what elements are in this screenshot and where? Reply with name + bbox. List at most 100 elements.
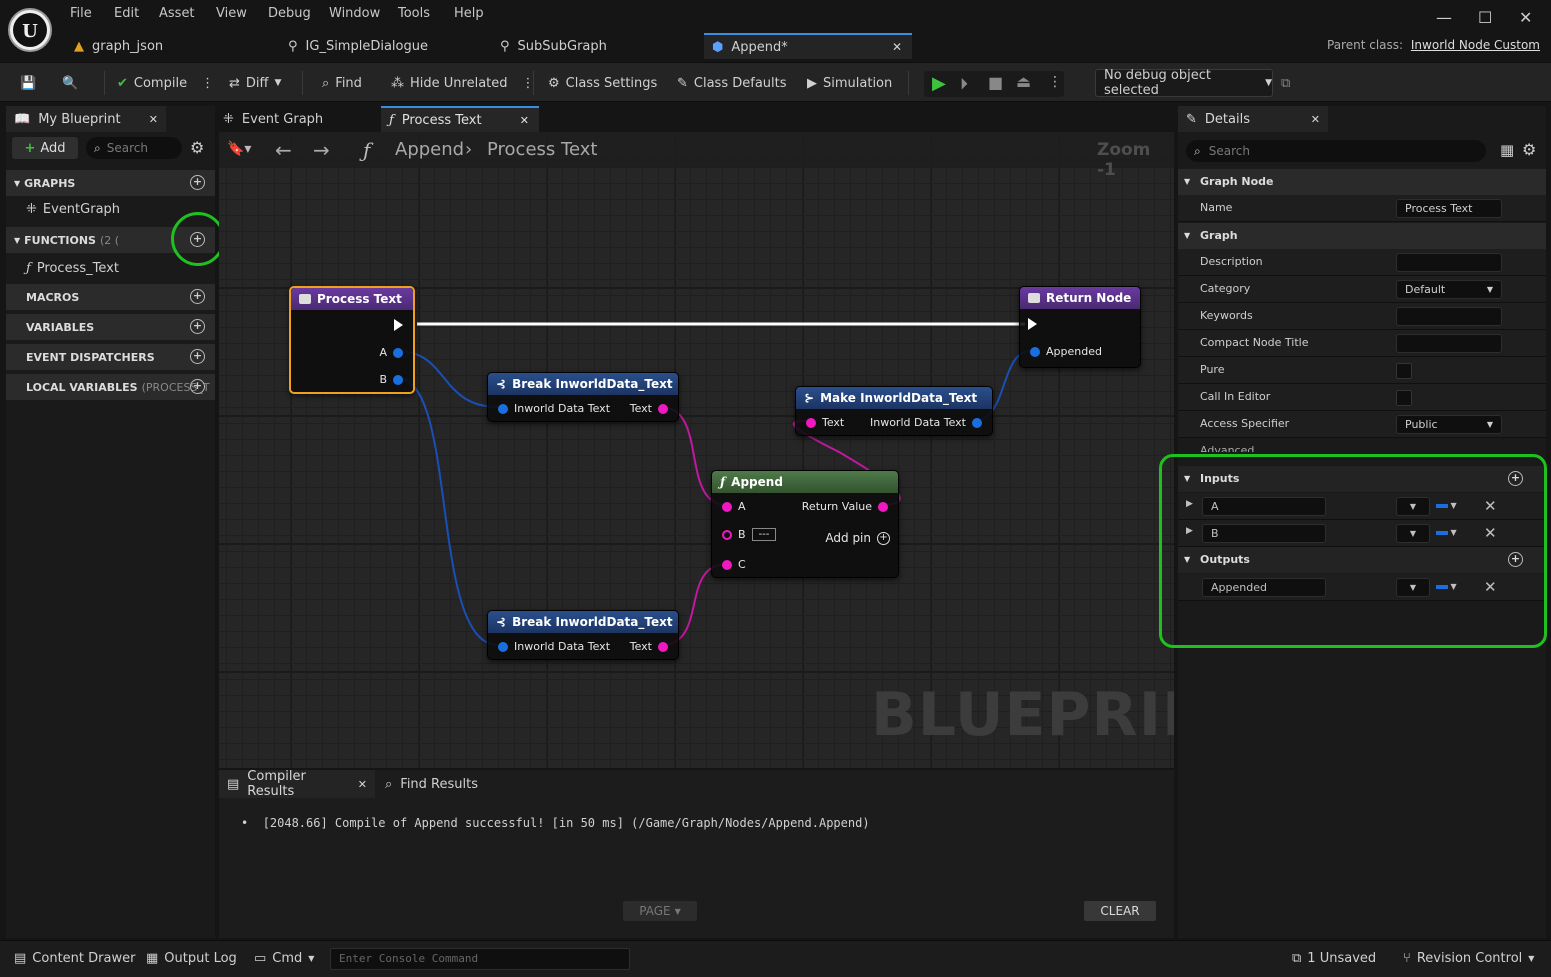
compile-button[interactable]: ✔ Compile ⋮ (117, 71, 214, 95)
doc-tab-ig-simpledialogue[interactable]: ⚲ IG_SimpleDialogue (288, 33, 488, 59)
exec-out-pin[interactable] (394, 319, 403, 331)
close-window-icon[interactable]: ✕ (1519, 8, 1532, 27)
play-icon[interactable]: ▶ (932, 73, 946, 94)
parent-class-link[interactable]: Inworld Node Custom (1411, 38, 1540, 52)
simulation-button[interactable]: ▶ Simulation (807, 71, 892, 95)
doc-tab-subsubgraph[interactable]: ⚲ SubSubGraph (500, 33, 700, 59)
keywords-field[interactable] (1396, 307, 1502, 326)
menu-asset[interactable]: Asset (159, 6, 195, 21)
menu-debug[interactable]: Debug (268, 6, 311, 21)
tab-process-text[interactable]: ƒ Process Text ✕ (381, 106, 539, 132)
list-item-eventgraph[interactable]: ⁜ EventGraph (26, 202, 120, 217)
section-graph-node[interactable]: ▼ Graph Node (1178, 169, 1546, 195)
revision-control-button[interactable]: ⑂ Revision Control ▼ (1403, 951, 1534, 966)
pin-text-in[interactable]: Text (806, 416, 844, 429)
unreal-logo-icon[interactable]: U (8, 8, 52, 52)
section-variables[interactable]: VARIABLES + (6, 314, 215, 340)
section-local-variables[interactable]: LOCAL VARIABLES (PROCESS_T + (6, 374, 215, 400)
node-append[interactable]: ƒ Append A Return Value B --- Add pin + C (711, 470, 899, 578)
section-graphs[interactable]: ▼ GRAPHS + (6, 170, 215, 196)
my-blueprint-tab[interactable]: 📖 My Blueprint ✕ (6, 106, 166, 132)
cmd-dropdown[interactable]: ▭ Cmd ▼ (254, 951, 314, 966)
eject-icon[interactable]: ⏏ (1016, 72, 1031, 91)
details-search-input[interactable]: ⌕ Search (1186, 140, 1486, 162)
graph-canvas[interactable]: 🔖▾ ← → ƒ Append › Process Text Zoom -1 P… (219, 132, 1174, 768)
section-event-dispatchers[interactable]: EVENT DISPATCHERS + (6, 344, 215, 370)
pin-b-in[interactable]: B --- (722, 528, 777, 541)
table-view-icon[interactable]: ▦ (1500, 141, 1514, 159)
add-button[interactable]: + Add (12, 137, 78, 159)
category-combo[interactable]: Default ▼ (1396, 280, 1502, 299)
add-variable-icon[interactable]: + (190, 319, 205, 334)
diff-button[interactable]: ⇄ Diff ▼ (229, 71, 281, 95)
maximize-icon[interactable]: ☐ (1478, 8, 1492, 27)
doc-tab-append[interactable]: ⬢ Append* ✕ (704, 33, 912, 59)
menu-view[interactable]: View (216, 6, 247, 21)
access-specifier-combo[interactable]: Public ▼ (1396, 415, 1502, 434)
console-command-input[interactable]: Enter Console Command (330, 948, 630, 970)
unsaved-button[interactable]: ⧉ 1 Unsaved (1292, 951, 1376, 966)
add-macro-icon[interactable]: + (190, 289, 205, 304)
close-tab-icon[interactable]: ✕ (149, 113, 158, 126)
class-settings-button[interactable]: ⚙ Class Settings (548, 71, 657, 95)
pin-text-out[interactable]: Text (630, 402, 668, 415)
hide-unrelated-button[interactable]: ⁂ Hide Unrelated ⋮ (391, 71, 535, 95)
menu-help[interactable]: Help (454, 6, 484, 21)
gear-icon[interactable]: ⚙ (1522, 140, 1536, 159)
add-local-variable-icon[interactable]: + (190, 379, 205, 394)
section-macros[interactable]: MACROS + (6, 284, 215, 310)
debug-object-dropdown[interactable]: No debug object selected ▼ (1095, 68, 1273, 98)
clear-button[interactable]: CLEAR (1084, 901, 1156, 921)
browse-icon[interactable]: 🔍 (62, 71, 78, 95)
close-tab-icon[interactable]: ✕ (520, 114, 529, 127)
list-item-process-text[interactable]: ƒ Process_Text (26, 261, 119, 276)
tab-event-graph[interactable]: ⁜ Event Graph (223, 106, 373, 132)
content-drawer-button[interactable]: ▤ Content Drawer (14, 951, 135, 966)
step-icon[interactable]: ⏵ (960, 74, 968, 94)
pin-b-default-input[interactable]: --- (751, 528, 777, 541)
compact-title-field[interactable] (1396, 334, 1502, 353)
menu-tools[interactable]: Tools (398, 6, 430, 21)
class-defaults-button[interactable]: ✎ Class Defaults (677, 71, 787, 95)
menu-edit[interactable]: Edit (114, 6, 139, 21)
more-options-icon[interactable]: ⋮ (201, 76, 214, 91)
node-break-inworlddata-text-1[interactable]: ⊰ Break InworldData_Text Inworld Data Te… (487, 372, 679, 422)
section-graph[interactable]: ▼ Graph (1178, 223, 1546, 249)
add-pin-button[interactable]: Add pin + (825, 531, 890, 545)
node-return[interactable]: Return Node Appended (1019, 286, 1141, 368)
node-process-text-entry[interactable]: Process Text A B (289, 286, 415, 394)
pin-c-in[interactable]: C (722, 558, 746, 571)
pure-checkbox[interactable] (1396, 363, 1412, 379)
tab-find-results[interactable]: ⌕ Find Results (385, 770, 505, 798)
close-tab-icon[interactable]: ✕ (1311, 113, 1320, 126)
advanced-expander[interactable]: Advanced (1200, 444, 1254, 452)
description-field[interactable] (1396, 253, 1502, 272)
name-field[interactable]: Process Text (1396, 199, 1502, 218)
pin-inworld-data-text-out[interactable]: Inworld Data Text (870, 416, 982, 429)
pin-a-out[interactable]: A (379, 346, 403, 359)
close-tab-icon[interactable]: ✕ (358, 778, 367, 791)
pin-a-in[interactable]: A (722, 500, 746, 513)
node-break-inworlddata-text-2[interactable]: ⊰ Break InworldData_Text Inworld Data Te… (487, 610, 679, 660)
pin-inworld-data-text-in[interactable]: Inworld Data Text (498, 640, 610, 653)
find-button[interactable]: ⌕ Find (322, 71, 362, 95)
pin-appended-in[interactable]: Appended (1030, 345, 1102, 358)
page-dropdown[interactable]: PAGE ▼ (623, 901, 697, 921)
close-tab-icon[interactable]: ✕ (892, 40, 902, 54)
exec-in-pin[interactable] (1028, 318, 1037, 330)
menu-file[interactable]: File (70, 6, 92, 21)
details-tab[interactable]: ✎ Details ✕ (1178, 106, 1328, 132)
add-event-dispatcher-icon[interactable]: + (190, 349, 205, 364)
debug-filter-icon[interactable]: ⧉ (1281, 71, 1290, 95)
add-graph-icon[interactable]: + (190, 175, 205, 190)
blueprint-search-input[interactable]: ⌕ Search (86, 137, 182, 159)
more-options-icon[interactable]: ⋮ (1048, 74, 1062, 90)
node-make-inworlddata-text[interactable]: ⊱ Make InworldData_Text Text Inworld Dat… (795, 386, 993, 436)
pin-b-out[interactable]: B (379, 373, 403, 386)
tab-compiler-results[interactable]: ▤ Compiler Results ✕ (219, 769, 375, 799)
pin-return-value-out[interactable]: Return Value (802, 500, 888, 513)
minimize-icon[interactable]: — (1436, 8, 1452, 27)
pin-text-out[interactable]: Text (630, 640, 668, 653)
gear-icon[interactable]: ⚙ (190, 138, 204, 157)
menu-window[interactable]: Window (329, 6, 380, 21)
